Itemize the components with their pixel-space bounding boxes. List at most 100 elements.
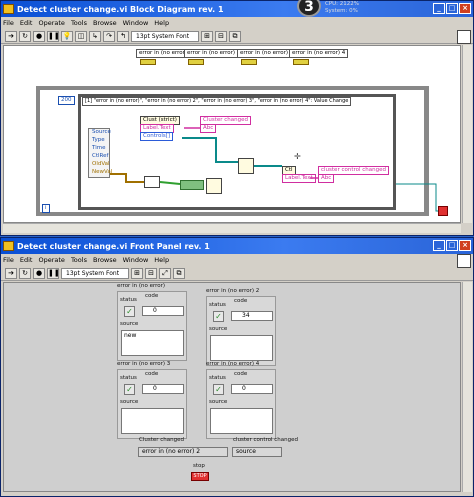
vi-icon-fp: [3, 241, 14, 251]
cluster-4-code-field[interactable]: 0: [231, 384, 273, 394]
cluster-1-status-checkbox[interactable]: ✓: [124, 306, 135, 317]
cluster-control-changed-indicator: source: [232, 447, 282, 457]
fp-menubar: File Edit Operate Tools Browse Window He…: [1, 254, 473, 266]
fp-run-arrow-icon[interactable]: ➔: [5, 267, 17, 279]
menu-browse[interactable]: Browse: [93, 19, 117, 27]
abort-icon[interactable]: ●: [33, 30, 45, 42]
vi-icon: [3, 4, 14, 14]
cluster-2-status-checkbox[interactable]: ✓: [213, 311, 224, 322]
fp-toolbar: ➔ ↻ ● ❚❚ 13pt System Font ⊞ ⊟ ⤢ ⧉: [1, 266, 473, 281]
cluster-4-source-label: source: [209, 399, 228, 405]
fp-run-continuous-icon[interactable]: ↻: [19, 267, 31, 279]
menu-help[interactable]: Help: [154, 19, 169, 27]
close-button[interactable]: ×: [459, 3, 471, 14]
reorder-icon[interactable]: ⧉: [229, 30, 241, 42]
step-into-icon[interactable]: ↳: [89, 30, 101, 42]
cluster-2-source-field[interactable]: [210, 335, 273, 361]
fp-menu-browse[interactable]: Browse: [93, 256, 117, 264]
bd-wires: [110, 127, 442, 212]
stop-terminal[interactable]: [438, 206, 448, 216]
stop-button[interactable]: STOP: [191, 472, 209, 481]
cluster-3-code-label: code: [145, 371, 159, 377]
fp-pause-icon[interactable]: ❚❚: [47, 267, 60, 279]
error-cluster-2[interactable]: status code ✓ 34 source: [206, 296, 276, 366]
run-continuous-icon[interactable]: ↻: [19, 30, 31, 42]
cluster-3-code-field[interactable]: 0: [142, 384, 184, 394]
menu-tools[interactable]: Tools: [71, 19, 87, 27]
fp-title: Detect cluster change.vi Front Panel rev…: [17, 241, 210, 251]
cluster-1-source-field[interactable]: new: [121, 330, 184, 356]
retain-wire-icon[interactable]: ◫: [75, 30, 87, 42]
wire-newval-to-unbundle: [110, 173, 144, 183]
cluster-1-source-label: source: [120, 321, 139, 327]
minimize-button[interactable]: _: [433, 3, 445, 14]
maximize-button[interactable]: □: [446, 3, 458, 14]
cluster-4-status-checkbox[interactable]: ✓: [213, 384, 224, 395]
cluster-3-source-label: source: [120, 399, 139, 405]
pause-icon[interactable]: ❚❚: [47, 30, 60, 42]
distribute-icon[interactable]: ⊟: [215, 30, 227, 42]
fp-distribute-icon[interactable]: ⊟: [145, 267, 157, 279]
bd-horizontal-scrollbar[interactable]: [3, 223, 461, 233]
menu-window[interactable]: Window: [123, 19, 149, 27]
cluster-3-status-checkbox[interactable]: ✓: [124, 384, 135, 395]
stop-label: stop: [193, 463, 205, 469]
cluster-3-title: error in (no error) 3: [117, 361, 171, 367]
fp-canvas[interactable]: error in (no error) status code ✓ 0 sour…: [3, 282, 461, 492]
menu-file[interactable]: File: [3, 19, 14, 27]
menu-edit[interactable]: Edit: [20, 19, 33, 27]
fp-abort-icon[interactable]: ●: [33, 267, 45, 279]
fp-resize-icon[interactable]: ⤢: [159, 267, 171, 279]
highlight-execution-icon[interactable]: 💡: [61, 30, 73, 42]
cluster-4-source-field[interactable]: [210, 408, 273, 434]
error-cluster-1[interactable]: status code ✓ 0 source new: [117, 291, 187, 361]
fp-menu-operate[interactable]: Operate: [38, 256, 64, 264]
fp-menu-window[interactable]: Window: [123, 256, 149, 264]
fp-font-selector[interactable]: 13pt System Font: [61, 267, 129, 279]
system-readout: System: 0%: [325, 8, 358, 14]
step-over-icon[interactable]: ↷: [103, 30, 115, 42]
block-diagram-window: Detect cluster change.vi Block Diagram r…: [0, 0, 474, 236]
bd-titlebar[interactable]: Detect cluster change.vi Block Diagram r…: [1, 1, 473, 17]
cluster-3-source-field[interactable]: [121, 408, 184, 434]
font-selector[interactable]: 13pt System Font: [131, 30, 199, 42]
step-out-icon[interactable]: ↰: [117, 30, 129, 42]
cluster-changed-indicator: error in (no error) 2: [138, 447, 228, 457]
cluster-2-status-label: status: [209, 302, 226, 308]
wire-unbundle-to-typecast: [159, 181, 181, 185]
fp-connector-icon[interactable]: [457, 254, 471, 268]
cluster-2-source-label: source: [209, 326, 228, 332]
vi-connector-icon[interactable]: [457, 30, 471, 44]
fp-menu-file[interactable]: File: [3, 256, 14, 264]
bd-title: Detect cluster change.vi Block Diagram r…: [17, 4, 224, 14]
fp-menu-help[interactable]: Help: [154, 256, 169, 264]
bd-menubar: File Edit Operate Tools Browse Window He…: [1, 17, 473, 29]
overlay-badge: 3: [297, 0, 321, 17]
fp-reorder-icon[interactable]: ⧉: [173, 267, 185, 279]
fp-maximize-button[interactable]: □: [446, 240, 458, 251]
cluster-changed-label: Cluster changed: [139, 437, 185, 443]
fp-align-icon[interactable]: ⊞: [131, 267, 143, 279]
cluster-1-title: error in (no error): [117, 283, 166, 289]
fp-close-button[interactable]: ×: [459, 240, 471, 251]
bd-canvas[interactable]: error in (no error) error in (no error) …: [3, 45, 461, 223]
fp-menu-edit[interactable]: Edit: [20, 256, 33, 264]
front-panel-window: Detect cluster change.vi Front Panel rev…: [0, 237, 474, 497]
cluster-2-title: error in (no error) 2: [206, 288, 260, 294]
cpu-overlay: 3 CPU: 2122% System: 0%: [297, 0, 377, 19]
bd-vertical-scrollbar[interactable]: [462, 45, 472, 223]
align-icon[interactable]: ⊞: [201, 30, 213, 42]
fp-vertical-scrollbar[interactable]: [462, 282, 472, 492]
error-cluster-4[interactable]: status code ✓ 0 source: [206, 369, 276, 439]
menu-operate[interactable]: Operate: [38, 19, 64, 27]
fp-titlebar[interactable]: Detect cluster change.vi Front Panel rev…: [1, 238, 473, 254]
cluster-2-code-label: code: [234, 298, 248, 304]
cluster-3-status-label: status: [120, 375, 137, 381]
cluster-2-code-field[interactable]: 34: [231, 311, 273, 321]
fp-minimize-button[interactable]: _: [433, 240, 445, 251]
cluster-1-code-field[interactable]: 0: [142, 306, 184, 316]
error-cluster-3[interactable]: status code ✓ 0 source: [117, 369, 187, 439]
cluster-1-status-label: status: [120, 297, 137, 303]
fp-menu-tools[interactable]: Tools: [71, 256, 87, 264]
run-arrow-icon[interactable]: ➔: [5, 30, 17, 42]
